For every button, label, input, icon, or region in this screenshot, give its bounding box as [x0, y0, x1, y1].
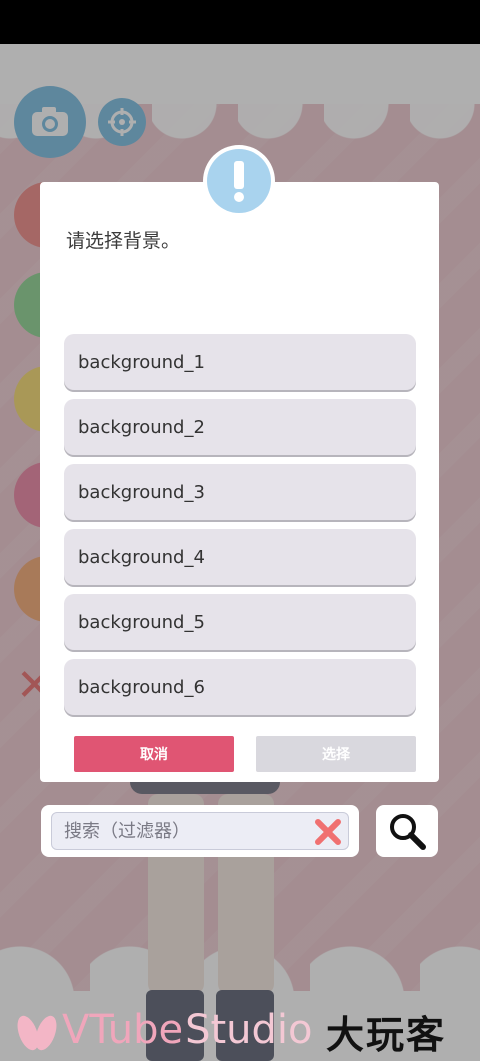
alert-badge — [203, 145, 275, 217]
status-bar — [0, 0, 480, 44]
background-list: background_1 background_2 background_3 b… — [64, 334, 416, 724]
search-bar — [41, 805, 359, 857]
background-item[interactable]: background_3 — [64, 464, 416, 520]
background-item[interactable]: background_6 — [64, 659, 416, 715]
studio-text: Studio — [185, 1007, 313, 1053]
vtube-text: VTube — [62, 1007, 184, 1053]
magnifier-icon — [390, 814, 426, 850]
clear-x-icon — [315, 819, 341, 845]
alert-badge-circle — [207, 149, 271, 213]
dialog-prompt: 请选择背景。 — [66, 230, 181, 252]
background-item[interactable]: background_2 — [64, 399, 416, 455]
site-watermark: 大玩客 — [326, 1013, 447, 1057]
background-item[interactable]: background_1 — [64, 334, 416, 390]
search-input[interactable] — [51, 812, 349, 850]
background-item[interactable]: background_4 — [64, 529, 416, 585]
background-select-dialog: 请选择背景。 background_1 background_2 backgro… — [40, 182, 439, 782]
bunny-ears-icon — [17, 1015, 57, 1051]
search-button[interactable] — [376, 805, 438, 857]
background-item[interactable]: background_5 — [64, 594, 416, 650]
select-button[interactable]: 选择 — [256, 736, 416, 772]
exclamation-icon — [234, 161, 244, 202]
clear-search-button[interactable] — [313, 817, 343, 847]
vtube-studio-logo: VTube Studio — [12, 1002, 312, 1058]
cancel-button[interactable]: 取消 — [74, 736, 234, 772]
